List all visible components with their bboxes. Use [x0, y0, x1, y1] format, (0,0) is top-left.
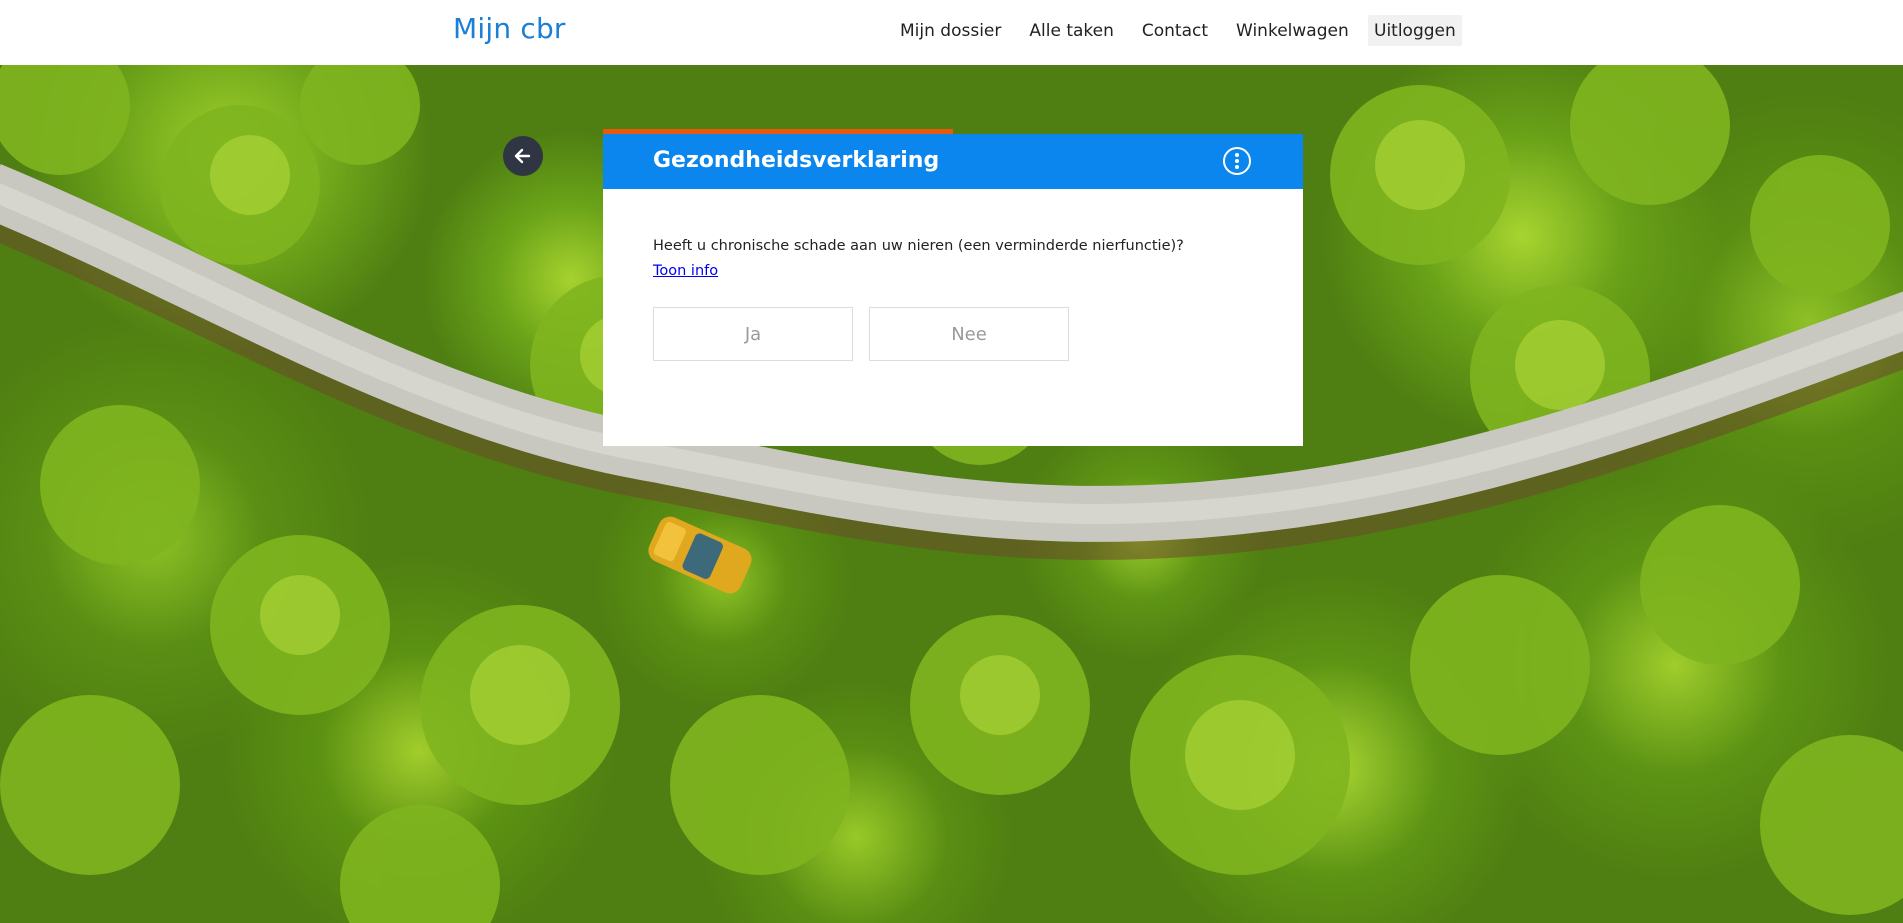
question-text: Heeft u chronische schade aan uw nieren …	[653, 238, 1184, 254]
card-header: Gezondheidsverklaring	[603, 134, 1303, 189]
nav-item-mijn-dossier[interactable]: Mijn dossier	[900, 21, 1001, 41]
brand-logo-link[interactable]: Mijn cbr	[453, 12, 566, 45]
show-info-link[interactable]: Toon info	[653, 263, 718, 279]
arrow-left-icon	[514, 148, 531, 164]
answer-no-button[interactable]: Nee	[869, 307, 1069, 361]
back-button[interactable]	[503, 136, 543, 176]
nav-item-contact[interactable]: Contact	[1142, 21, 1208, 41]
more-options-button[interactable]	[1223, 147, 1251, 175]
health-declaration-card: Gezondheidsverklaring Heeft u chronische…	[603, 134, 1303, 446]
main-nav: Mijn dossier Alle taken Contact Winkelwa…	[900, 0, 1377, 62]
more-vertical-icon	[1235, 153, 1239, 169]
nav-item-alle-taken[interactable]: Alle taken	[1029, 21, 1114, 41]
top-navigation-bar: Mijn cbr Mijn dossier Alle taken Contact…	[0, 0, 1903, 65]
card-title: Gezondheidsverklaring	[653, 148, 940, 173]
answer-yes-button[interactable]: Ja	[653, 307, 853, 361]
logout-button[interactable]: Uitloggen	[1368, 15, 1462, 46]
nav-item-winkelwagen[interactable]: Winkelwagen	[1236, 21, 1349, 41]
